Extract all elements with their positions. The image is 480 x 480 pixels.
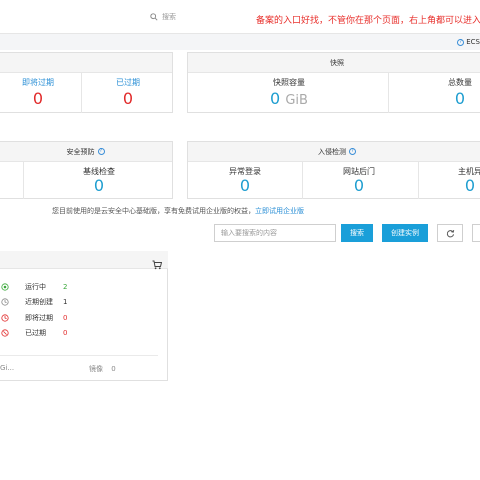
list-item[interactable]: 近期创建 1 (0, 296, 67, 308)
abnormal-login-value[interactable]: 0 (195, 176, 295, 195)
intrusion-detection-card: 入侵检测 ? 异常登录 0 网站后门 0 主机异 0 (187, 141, 480, 199)
search-input[interactable]: 输入要搜索的内容 (214, 224, 336, 242)
snapshot-card: 快照 快照容量 0 GiB 总数量 0 (187, 52, 480, 113)
intrusion-title: 入侵检测 (318, 147, 346, 156)
security-prevention-card: 安全预防 ? 基线检查 0 (0, 141, 173, 199)
snapshot-capacity-unit: GiB (285, 93, 308, 108)
expiring-icon (1, 314, 9, 322)
row-label: 已过期 (25, 329, 46, 337)
snapshot-capacity-value: 0 (270, 89, 281, 108)
list-item[interactable]: 已过期 0 (0, 327, 67, 339)
trial-link[interactable]: 立即试用企业版 (255, 207, 304, 215)
snapshot-total-label: 总数量 (448, 78, 472, 87)
ecs-help-link[interactable]: ? ECS (457, 38, 480, 46)
row-label: 近期创建 (25, 298, 53, 306)
content-background (0, 34, 480, 50)
refresh-button[interactable] (437, 224, 463, 242)
snapshot-card-head: 快照 (188, 53, 480, 73)
row-label: 即将过期 (25, 314, 53, 322)
row-value: 1 (63, 298, 68, 306)
cart-icon[interactable] (152, 255, 163, 270)
instance-card-head (0, 53, 172, 73)
help-icon: ? (457, 38, 465, 46)
annotation-text: 备案的入口好找，不管你在那个页面，右上角都可以进入 (256, 16, 480, 26)
row-label: 运行中 (25, 283, 46, 291)
snapshot-total-value: 0 (454, 89, 466, 108)
refresh-icon (446, 229, 454, 237)
expired-value[interactable]: 0 (78, 89, 178, 108)
snapshot-capacity: 0 GiB (239, 89, 339, 108)
recent-icon (1, 298, 9, 306)
divider (0, 355, 158, 356)
card-divider (23, 162, 24, 199)
baseline-value[interactable]: 0 (49, 176, 149, 195)
expired-label[interactable]: 已过期 (78, 77, 178, 88)
more-button[interactable] (472, 224, 480, 242)
webshell-value[interactable]: 0 (309, 176, 409, 195)
ecs-help-label: ECS (466, 38, 480, 46)
host-value[interactable]: 0 (420, 176, 480, 195)
disk-summary: Gi... (0, 364, 15, 372)
snapshot-capacity-label: 快照容量 (273, 78, 305, 87)
row-value: 0 (63, 329, 68, 337)
instance-status-card: 即将过期 0 已过期 0 (0, 52, 173, 113)
card-divider (418, 162, 419, 199)
top-search-label: 搜索 (162, 13, 176, 21)
top-search[interactable]: 搜索 (150, 11, 176, 23)
security-title: 安全预防 (66, 147, 95, 156)
row-value: 0 (63, 314, 68, 322)
create-instance-button[interactable]: 创建实例 (382, 224, 428, 242)
list-item[interactable]: 运行中 2 (0, 281, 67, 293)
security-card-head: 安全预防 ? (0, 142, 172, 162)
region-panel-head (0, 251, 168, 269)
card-divider (302, 162, 303, 199)
card-divider (388, 73, 389, 113)
list-item[interactable]: 即将过期 0 (0, 312, 67, 324)
notice-text: 您目前使用的是云安全中心基础版，享有免费试用企业版的权益， (52, 207, 255, 215)
search-icon (150, 13, 158, 21)
help-icon[interactable]: ? (349, 148, 356, 155)
row-value: 2 (63, 283, 68, 291)
snapshot-title: 快照 (330, 58, 344, 67)
running-icon (1, 283, 9, 291)
security-notice: 您目前使用的是云安全中心基础版，享有免费试用企业版的权益，立即试用企业版 (52, 206, 304, 216)
image-value: 0 (111, 365, 116, 373)
image-summary: 镜像 0 (89, 364, 116, 374)
expiring-value[interactable]: 0 (0, 89, 88, 108)
expired-icon (1, 329, 9, 337)
intrusion-card-head: 入侵检测 ? (188, 142, 480, 162)
image-label: 镜像 (89, 365, 103, 373)
search-button[interactable]: 搜索 (341, 224, 373, 242)
help-icon[interactable]: ? (97, 148, 105, 155)
expiring-label[interactable]: 即将过期 (0, 77, 88, 88)
